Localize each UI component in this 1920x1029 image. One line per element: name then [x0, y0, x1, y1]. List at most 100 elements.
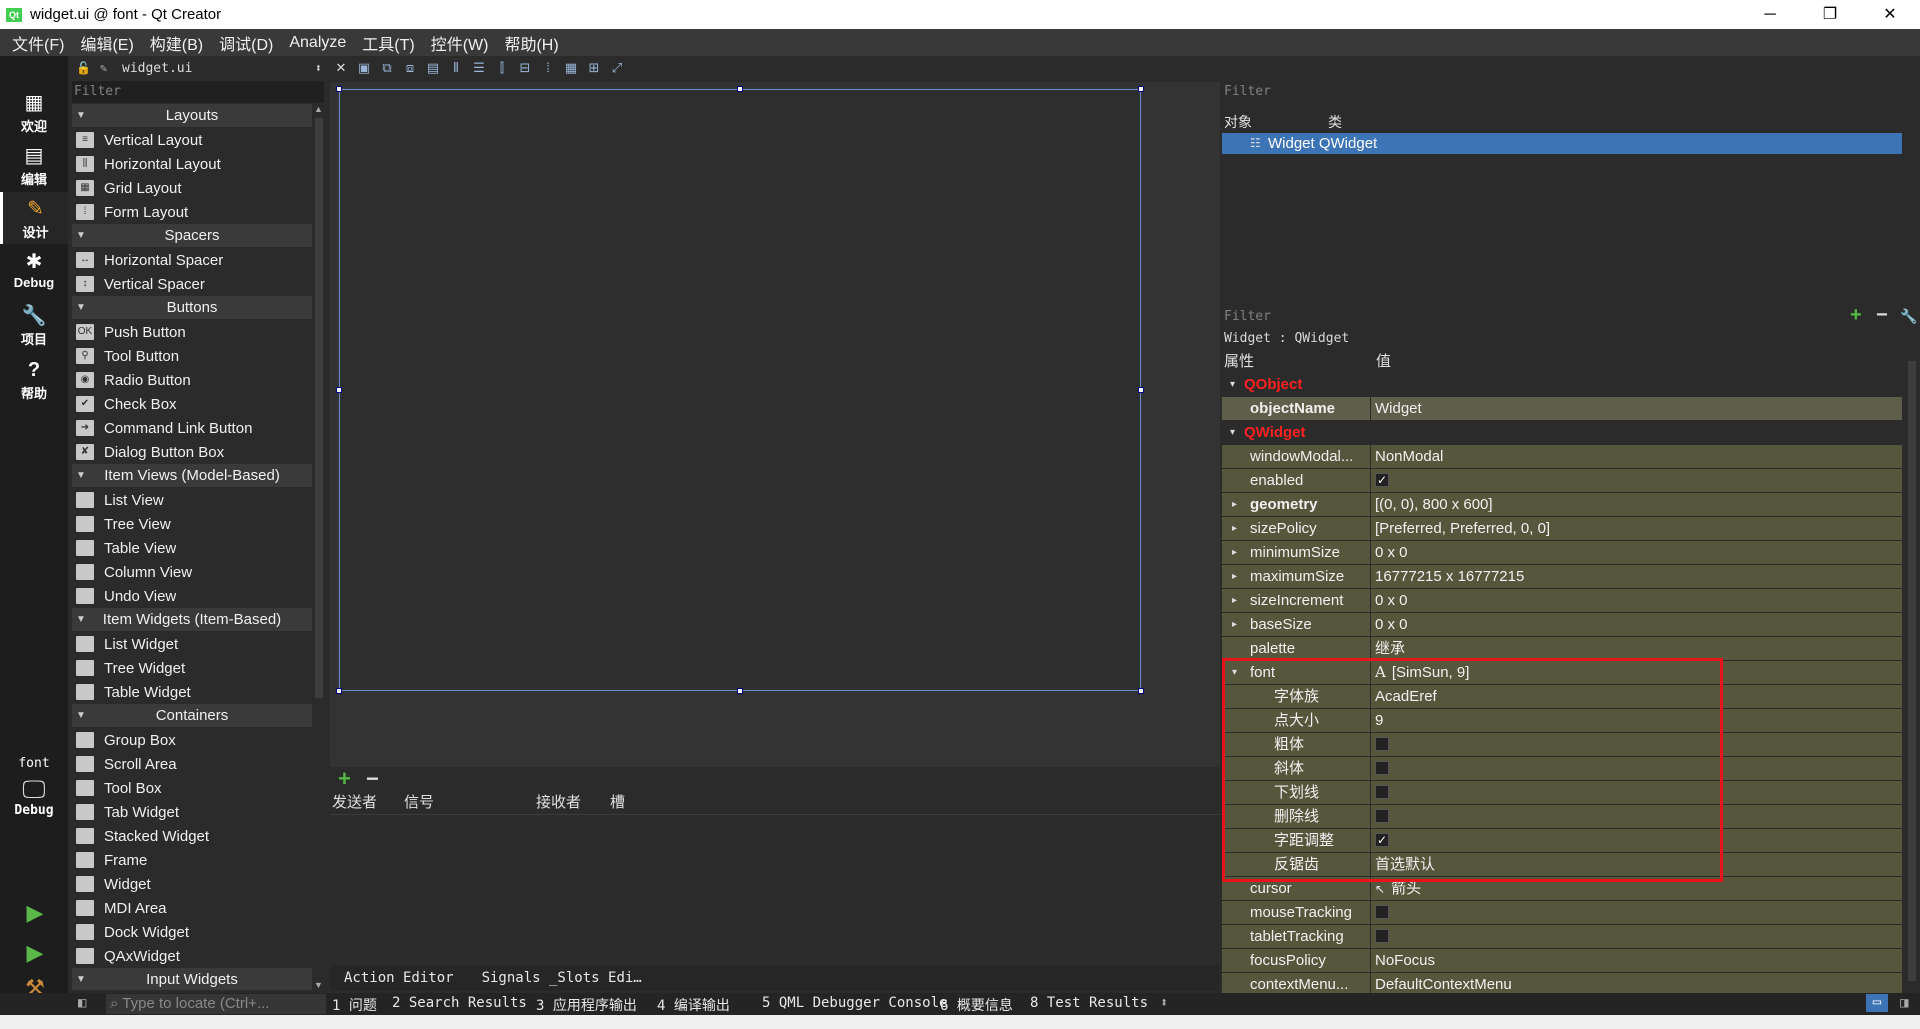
expand-icon[interactable]: ▸	[1232, 541, 1237, 564]
widget-item[interactable]: Tool Box	[72, 776, 312, 800]
resize-handle[interactable]	[1138, 86, 1144, 92]
property-row[interactable]: palette 继承	[1222, 637, 1902, 661]
object-filter-input[interactable]: Filter	[1222, 82, 1920, 102]
expand-icon[interactable]: ▸	[1232, 589, 1237, 612]
edit-tab-order-icon[interactable]: ▤	[422, 59, 444, 77]
widget-item[interactable]: Table Widget	[72, 680, 312, 704]
layout-form-icon[interactable]: ▦	[560, 59, 582, 77]
output-pane-button[interactable]: 8 Test Results	[1030, 995, 1148, 1011]
property-row[interactable]: ▸ baseSize 0 x 0	[1222, 613, 1902, 637]
edit-buddies-icon[interactable]: ⧈	[399, 59, 421, 77]
property-value[interactable]	[1371, 757, 1902, 780]
locator-input[interactable]: ⌕ Type to locate (Ctrl+...	[106, 994, 326, 1014]
category-header[interactable]: ▼ Layouts	[72, 104, 312, 128]
column-object[interactable]: 对象	[1222, 112, 1328, 133]
form-widget[interactable]	[339, 89, 1141, 691]
resize-handle[interactable]	[1138, 688, 1144, 694]
object-inspector-scrollbar[interactable]	[1904, 112, 1920, 304]
column-receiver[interactable]: 接收者	[536, 791, 610, 814]
widget-item[interactable]: ⁞ Form Layout	[72, 200, 312, 224]
widget-item[interactable]: List Widget	[72, 632, 312, 656]
widget-item[interactable]: ↔ Horizontal Spacer	[72, 248, 312, 272]
property-row[interactable]: ▸ sizeIncrement 0 x 0	[1222, 589, 1902, 613]
property-filter-input[interactable]: Filter	[1224, 306, 1271, 328]
widget-item[interactable]: QAxWidget	[72, 944, 312, 968]
add-connection-icon[interactable]: +	[338, 767, 351, 791]
property-row[interactable]: tabletTracking	[1222, 925, 1902, 949]
resize-handle[interactable]	[737, 86, 743, 92]
property-row[interactable]: cursor ↖ 箭头	[1222, 877, 1902, 901]
property-value[interactable]: ✓	[1371, 469, 1902, 492]
widget-item[interactable]: List View	[72, 488, 312, 512]
expand-icon[interactable]: ▸	[1232, 517, 1237, 540]
mode-wrench[interactable]: 🔧 项目	[0, 299, 68, 351]
checkbox[interactable]	[1375, 808, 1389, 823]
adjust-size-icon[interactable]: ⤢	[606, 59, 628, 77]
property-row[interactable]: mouseTracking	[1222, 901, 1902, 925]
widget-item[interactable]: ✘ Dialog Button Box	[72, 440, 312, 464]
output-pane-button[interactable]: 5 QML Debugger Console	[762, 995, 947, 1011]
close-document-icon[interactable]: ✕	[330, 59, 352, 77]
category-header[interactable]: ▼ Containers	[72, 704, 312, 728]
toggle-output-icon[interactable]: ◨	[1900, 995, 1908, 1011]
property-value[interactable]	[1371, 805, 1902, 828]
break-layout-icon[interactable]: ⊞	[583, 59, 605, 77]
toggle-sidebar-icon[interactable]: ◧	[78, 995, 86, 1011]
property-value[interactable]: Widget	[1371, 397, 1902, 420]
layout-splitter-h-icon[interactable]: ⫿	[491, 59, 513, 77]
widget-item[interactable]: ≡ Vertical Layout	[72, 128, 312, 152]
property-value[interactable]: 16777215 x 16777215	[1371, 565, 1902, 588]
property-value[interactable]	[1371, 925, 1902, 948]
property-value[interactable]	[1371, 733, 1902, 756]
output-pane-button[interactable]: 1 问题	[332, 995, 377, 1015]
property-value[interactable]: 0 x 0	[1371, 589, 1902, 612]
category-header[interactable]: ▼ Input Widgets	[72, 968, 312, 990]
resize-handle[interactable]	[336, 688, 342, 694]
layout-horizontal-icon[interactable]: ⫴	[445, 59, 467, 77]
remove-connection-icon[interactable]: −	[366, 767, 379, 791]
menu-item-2[interactable]: 构建(B)	[142, 31, 211, 55]
mode-bug[interactable]: ✱ Debug	[0, 245, 68, 297]
open-file-name[interactable]: widget.ui	[122, 61, 192, 76]
checkbox[interactable]	[1375, 904, 1389, 919]
tab-action-editor[interactable]: Action Editor	[330, 965, 468, 991]
widget-item[interactable]: Undo View	[72, 584, 312, 608]
output-pane-button[interactable]: 2 Search Results	[392, 995, 527, 1011]
edit-widgets-icon[interactable]: ▣	[353, 59, 375, 77]
property-value[interactable]: DefaultContextMenu	[1371, 973, 1902, 993]
scroll-down-icon[interactable]: ▼	[314, 980, 323, 990]
property-row[interactable]: ▸ sizePolicy [Preferred, Preferred, 0, 0]	[1222, 517, 1902, 541]
widget-item[interactable]: OK Push Button	[72, 320, 312, 344]
tab-signals-slots-editor[interactable]: Signals _Slots Edi…	[468, 965, 656, 991]
checkbox[interactable]	[1375, 736, 1389, 751]
collapse-icon[interactable]: ▾	[1230, 421, 1235, 444]
menu-item-0[interactable]: 文件(F)	[4, 31, 72, 55]
configure-wrench-icon[interactable]: 🔧	[1900, 308, 1917, 325]
layout-vertical-icon[interactable]: ☰	[468, 59, 490, 77]
column-class[interactable]: 类	[1328, 112, 1342, 133]
property-value[interactable]: 9	[1371, 709, 1902, 732]
widget-item[interactable]: Scroll Area	[72, 752, 312, 776]
expand-icon[interactable]: ▸	[1232, 493, 1237, 516]
property-row[interactable]: enabled ✓	[1222, 469, 1902, 493]
close-button[interactable]: ✕	[1860, 0, 1920, 29]
output-pane-button[interactable]: 3 应用程序输出	[536, 995, 637, 1015]
widget-item[interactable]: Frame	[72, 848, 312, 872]
checkbox[interactable]	[1375, 928, 1389, 943]
checkbox[interactable]: ✓	[1375, 832, 1389, 847]
resize-handle[interactable]	[737, 688, 743, 694]
property-value[interactable]: AcadEref	[1371, 685, 1902, 708]
property-row[interactable]: ▾ QWidget	[1222, 421, 1902, 445]
property-row[interactable]: objectName Widget	[1222, 397, 1902, 421]
resize-handle[interactable]	[336, 86, 342, 92]
object-row-widget[interactable]: ☷ Widget QWidget	[1222, 133, 1902, 154]
widget-item[interactable]: Table View	[72, 536, 312, 560]
widget-item[interactable]: Widget	[72, 872, 312, 896]
remove-dynamic-property-icon[interactable]: −	[1876, 304, 1888, 327]
expand-icon[interactable]: ▸	[1232, 565, 1237, 588]
property-value[interactable]	[1371, 901, 1902, 924]
category-header[interactable]: ▼ Buttons	[72, 296, 312, 320]
property-value[interactable]: A [SimSun, 9]	[1371, 661, 1902, 684]
property-value[interactable]: ↖ 箭头	[1371, 877, 1902, 900]
collapse-icon[interactable]: ▾	[1230, 373, 1235, 396]
